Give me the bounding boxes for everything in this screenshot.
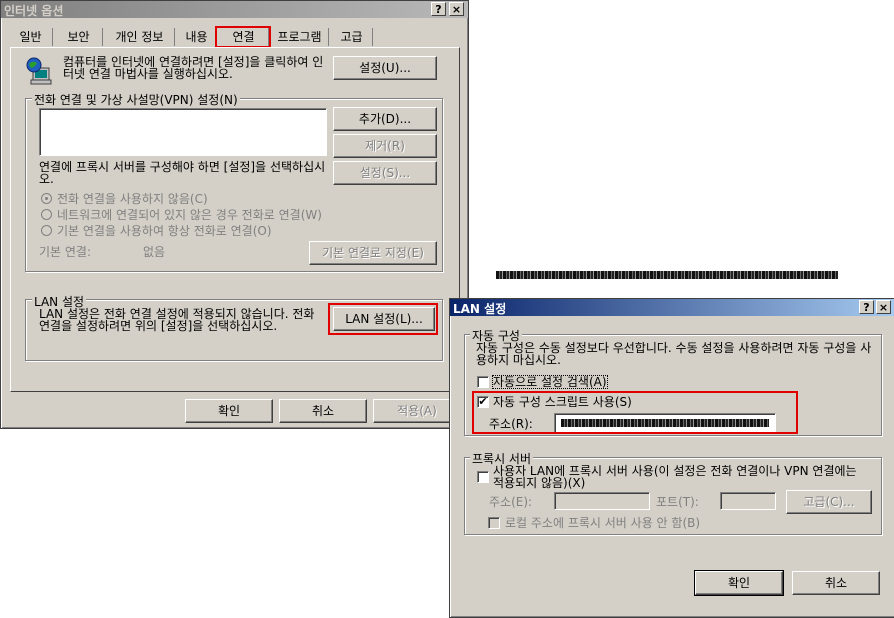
apply-button[interactable]: 적용(A): [373, 399, 461, 423]
proxy-note: 연결에 프록시 서버를 구성해야 하면 [설정]을 선택하십시오.: [39, 160, 326, 186]
tab-privacy[interactable]: 개인 정보: [105, 28, 175, 46]
advanced-button[interactable]: 고급(C)...: [786, 490, 872, 514]
redacted-text: [496, 271, 838, 279]
tab-security[interactable]: 보안: [55, 28, 103, 46]
lan-settings-window: LAN 설정 ? × 자동 구성 자동 구성은 수동 설정보다 우선합니다. 수…: [449, 298, 894, 618]
help-button[interactable]: ?: [431, 2, 446, 16]
tab-advanced[interactable]: 고급: [331, 28, 373, 46]
auto-script-highlight: [472, 391, 798, 434]
radio-always-dial[interactable]: [41, 225, 52, 236]
lan-description: LAN 설정은 전화 연결 설정에 적용되지 않습니다. 전화 연결을 설정하려…: [39, 307, 315, 333]
default-connection-value: 없음: [143, 245, 166, 259]
ok-button[interactable]: 확인: [185, 399, 273, 423]
default-connection-label: 기본 연결:: [39, 245, 92, 259]
setup-description: 컴퓨터를 인터넷에 연결하려면 [설정]을 클릭하여 인터넷 연결 마법사를 실…: [63, 55, 324, 81]
tab-general[interactable]: 일반: [9, 28, 53, 46]
connection-list[interactable]: [39, 108, 327, 156]
lan-settings-highlight: [328, 303, 438, 335]
auto-detect-checkbox[interactable]: [477, 376, 489, 388]
tab-programs[interactable]: 프로그램: [271, 28, 329, 46]
lan-close-button[interactable]: ×: [876, 300, 891, 314]
remove-button[interactable]: 제거(R): [333, 134, 437, 158]
radio-no-dial-label: 전화 연결을 사용하지 않음(C): [57, 192, 208, 206]
radio-dial-when-none-label: 네트워크에 연결되어 있지 않은 경우 전화로 연결(W): [57, 208, 322, 222]
port-input[interactable]: [720, 492, 776, 510]
lan-help-button[interactable]: ?: [859, 300, 874, 314]
globe-computer-icon: [25, 56, 55, 86]
lan-cancel-button[interactable]: 취소: [792, 571, 880, 595]
auto-detect-label: 자동으로 설정 검색(A): [492, 375, 608, 389]
window-title: 인터넷 옵션: [4, 4, 64, 18]
radio-dial-when-none[interactable]: [41, 209, 52, 220]
lan-settings-titlebar: LAN 설정 ? ×: [450, 299, 894, 316]
dialup-legend: 전화 연결 및 가상 사설망(VPN) 설정(N): [32, 91, 240, 108]
tab-content[interactable]: 내용: [177, 28, 217, 46]
bypass-local-checkbox[interactable]: [488, 517, 500, 529]
proxy-use-label: 사용자 LAN에 프록시 서버 사용(이 설정은 전화 연결이나 VPN 연결에…: [493, 464, 857, 490]
auto-config-description: 자동 구성은 수동 설정보다 우선합니다. 수동 설정을 사용하려면 자동 구성…: [476, 341, 872, 367]
proxy-use-checkbox[interactable]: [477, 471, 489, 483]
close-button[interactable]: ×: [449, 2, 464, 16]
cancel-button[interactable]: 취소: [279, 399, 367, 423]
settings-button[interactable]: 설정(S)...: [333, 161, 437, 185]
bypass-local-label: 로컬 주소에 프록시 서버 사용 안 함(B): [505, 516, 701, 530]
proxy-address-input[interactable]: [554, 492, 650, 510]
lan-ok-button[interactable]: 확인: [694, 570, 784, 596]
radio-no-dial[interactable]: [41, 193, 52, 204]
proxy-address-label: 주소(E):: [489, 495, 533, 509]
connections-tab-highlight: [215, 26, 271, 48]
setup-button[interactable]: 설정(U)...: [333, 56, 437, 80]
internet-options-window: 인터넷 옵션 ? × 일반 보안 개인 정보 내용 연결 프로그램 고급 컴퓨터…: [0, 0, 469, 429]
lan-window-title: LAN 설정: [453, 302, 507, 316]
internet-options-titlebar: 인터넷 옵션 ? ×: [1, 1, 468, 18]
set-default-button[interactable]: 기본 연결로 지정(E): [309, 241, 437, 265]
tab-strip: 일반 보안 개인 정보 내용 연결 프로그램 고급: [9, 28, 379, 46]
radio-always-dial-label: 기본 연결을 사용하여 항상 전화로 연결(O): [57, 224, 272, 238]
port-label: 포트(T):: [656, 495, 699, 509]
add-button[interactable]: 추가(D)...: [333, 107, 437, 131]
